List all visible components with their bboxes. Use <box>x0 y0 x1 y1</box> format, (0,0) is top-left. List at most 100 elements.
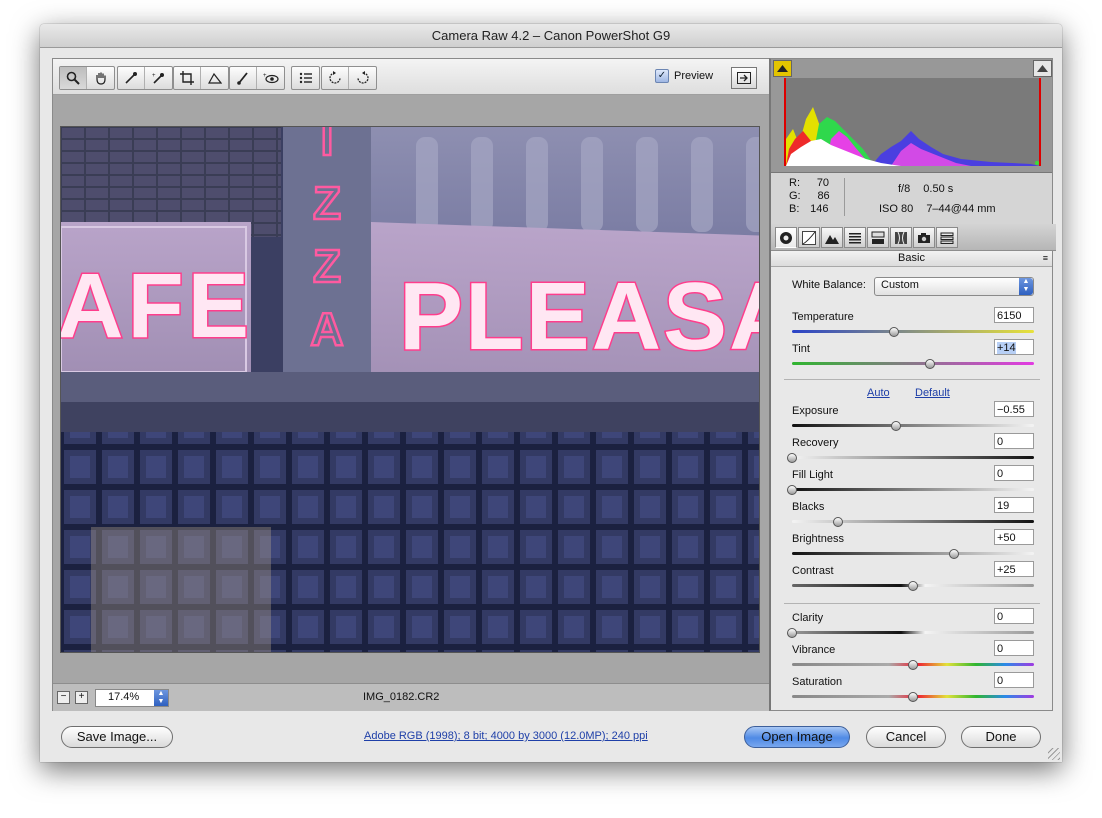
exposure-label: Exposure <box>792 405 839 417</box>
crop-tools <box>173 66 229 90</box>
open-image-button[interactable]: Open Image <box>744 726 850 748</box>
aperture-value: f/8 <box>898 183 911 195</box>
preview-label: Preview <box>674 70 714 82</box>
preview-checkbox[interactable]: ✓ <box>655 69 669 83</box>
tab-lens-corrections[interactable] <box>890 227 912 248</box>
zoom-in-button[interactable]: + <box>75 691 88 704</box>
tab-hsl[interactable] <box>844 227 866 248</box>
panel-menu-icon[interactable]: ≡ <box>1043 251 1048 266</box>
adjustments-panel: R: 70 G: 86 B: 146 f/8 0.50 s ISO 80 7–4… <box>769 58 1056 711</box>
tab-camera-calibration[interactable] <box>913 227 935 248</box>
mountain-icon <box>825 234 839 244</box>
temperature-track[interactable] <box>792 330 1034 333</box>
default-link[interactable]: Default <box>915 387 950 399</box>
green-label: G: <box>789 190 801 202</box>
recovery-track[interactable] <box>792 456 1034 459</box>
vibrance-input[interactable]: 0 <box>994 640 1034 656</box>
rotate-right-button[interactable] <box>349 67 376 89</box>
straighten-tool[interactable] <box>201 67 228 89</box>
window-title: Camera Raw 4.2 – Canon PowerShot G9 <box>40 24 1062 48</box>
hand-icon <box>95 72 106 85</box>
camera-raw-window: Camera Raw 4.2 – Canon PowerShot G9 + + … <box>40 24 1062 762</box>
retouch-tool[interactable] <box>230 67 257 89</box>
status-bar: − + 17.4% ▲ ▼ IMG_0182.CR2 <box>53 683 769 711</box>
workflow-options-link[interactable]: Adobe RGB (1998); 8 bit; 4000 by 3000 (1… <box>364 730 648 742</box>
resize-grip[interactable] <box>1048 748 1060 760</box>
magnifier-icon <box>66 71 80 85</box>
photo-canvas: AFE PLEASA I Z Z A <box>61 127 759 652</box>
basic-panel: White Balance: Custom ▲ ▼ Temperature 615… <box>771 267 1052 710</box>
tint-value: +14 <box>997 342 1016 354</box>
crop-tool[interactable] <box>174 67 201 89</box>
separator <box>784 603 1040 604</box>
zoom-out-button[interactable]: − <box>57 691 70 704</box>
exposure-track[interactable] <box>792 424 1034 427</box>
tint-input[interactable]: +14 <box>994 339 1034 355</box>
lens-icon <box>895 231 907 244</box>
preview-area: + + ✓ Preview AFE PLEAS I Z Z A − + 17.4… <box>52 58 770 711</box>
tab-presets[interactable] <box>936 227 958 248</box>
separator <box>784 379 1040 380</box>
tint-label: Tint <box>792 343 810 355</box>
dialog-footer: Save Image... Adobe RGB (1998); 8 bit; 4… <box>40 710 1062 762</box>
tab-basic[interactable] <box>775 227 797 248</box>
fill-light-track[interactable] <box>792 488 1034 491</box>
zoom-tool[interactable] <box>60 67 87 89</box>
camera-icon <box>918 232 930 243</box>
zoom-arrows-icon: ▲ ▼ <box>154 690 168 706</box>
rotate-ccw-icon <box>329 71 341 84</box>
clarity-input[interactable]: 0 <box>994 608 1034 624</box>
tab-split-toning[interactable] <box>867 227 889 248</box>
preferences-button[interactable] <box>292 67 319 89</box>
fill-light-input[interactable]: 0 <box>994 465 1034 481</box>
eyedropper-icon <box>125 72 137 84</box>
red-eye-icon: + <box>263 73 279 84</box>
tab-tone-curve[interactable] <box>798 227 820 248</box>
brightness-label: Brightness <box>792 533 844 545</box>
fullscreen-button[interactable] <box>731 67 757 89</box>
lens-value: 7–44@44 mm <box>926 203 996 215</box>
zoom-select[interactable]: 17.4% ▲ ▼ <box>95 689 169 707</box>
red-eye-tool[interactable]: + <box>257 67 284 89</box>
auto-link[interactable]: Auto <box>867 387 890 399</box>
color-sampler-tool[interactable]: + <box>145 67 172 89</box>
retouch-tools: + <box>229 66 285 90</box>
panel-tabs <box>771 224 1056 251</box>
neon-vertical-3: Z <box>313 240 341 292</box>
blacks-track[interactable] <box>792 520 1034 523</box>
exposure-input[interactable]: −0.55 <box>994 401 1034 417</box>
preferences-tools <box>291 66 320 90</box>
blacks-input[interactable]: 19 <box>994 497 1034 513</box>
histogram <box>771 59 1052 173</box>
vibrance-label: Vibrance <box>792 644 836 656</box>
clarity-label: Clarity <box>792 612 824 624</box>
saturation-input[interactable]: 0 <box>994 672 1034 688</box>
photo-preview[interactable]: AFE PLEASA I Z Z A <box>60 126 760 653</box>
brightness-track[interactable] <box>792 552 1034 555</box>
contrast-input[interactable]: +25 <box>994 561 1034 577</box>
save-image-button[interactable]: Save Image... <box>61 726 173 748</box>
zoom-value: 17.4% <box>108 691 140 703</box>
recovery-input[interactable]: 0 <box>994 433 1034 449</box>
select-arrows-icon: ▲ ▼ <box>1019 278 1033 295</box>
rotate-tools <box>321 66 377 90</box>
info-readout: R: 70 G: 86 B: 146 f/8 0.50 s ISO 80 7–4… <box>771 173 1052 226</box>
green-value: 86 <box>817 190 830 202</box>
tint-track[interactable] <box>792 362 1034 365</box>
straighten-icon <box>207 72 222 84</box>
tab-detail[interactable] <box>821 227 843 248</box>
white-balance-select[interactable]: Custom ▲ ▼ <box>874 277 1034 296</box>
rotate-left-button[interactable] <box>322 67 349 89</box>
done-button[interactable]: Done <box>961 726 1041 748</box>
temperature-input[interactable]: 6150 <box>994 307 1034 323</box>
neon-vertical-2: Z <box>313 177 341 229</box>
curve-icon <box>802 230 816 245</box>
clarity-track[interactable] <box>792 631 1034 634</box>
hand-tool[interactable] <box>87 67 114 89</box>
brightness-input[interactable]: +50 <box>994 529 1034 545</box>
split-tone-icon <box>871 231 885 244</box>
preview-toggle[interactable]: ✓ Preview <box>655 69 713 83</box>
white-balance-tool[interactable] <box>118 67 145 89</box>
svg-text:+: + <box>263 73 267 79</box>
cancel-button[interactable]: Cancel <box>866 726 946 748</box>
